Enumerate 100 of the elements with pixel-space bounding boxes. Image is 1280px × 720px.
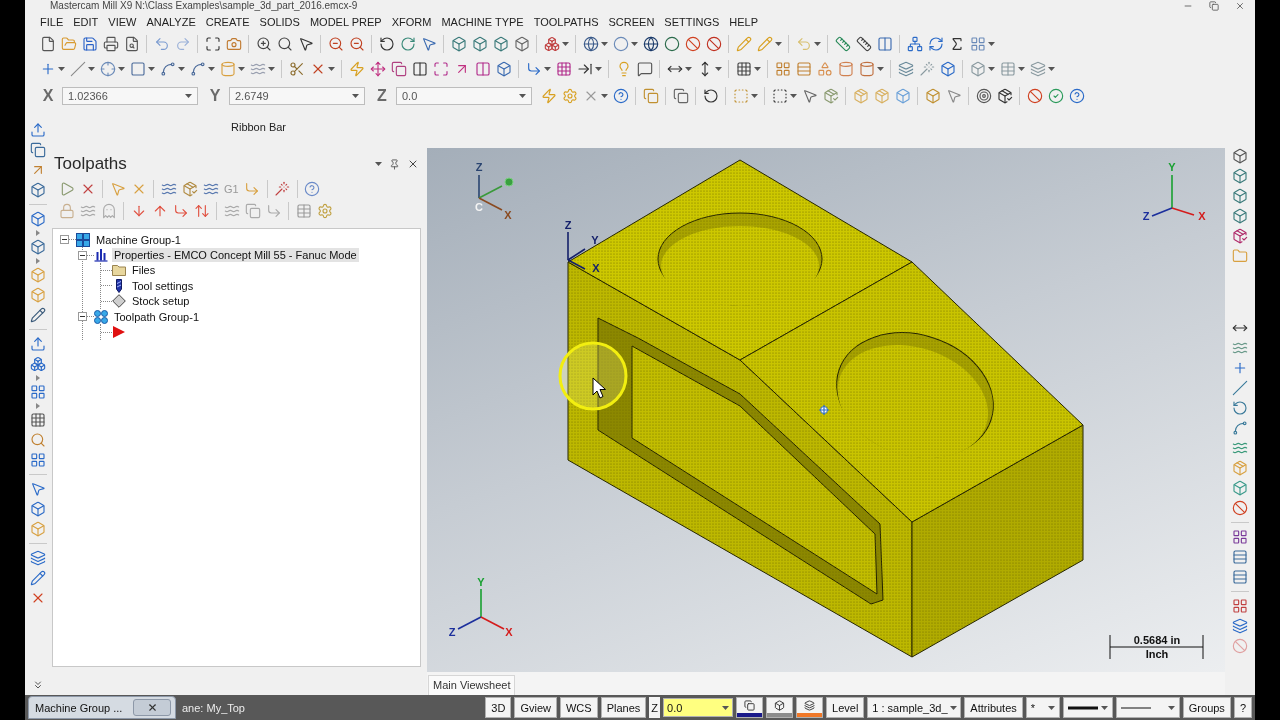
search-icon[interactable] [276, 36, 293, 52]
graphics-viewport[interactable]: Z C X Z Y X Y Z X Y Z X 0.5684 in Inch [427, 148, 1225, 672]
level-button[interactable]: Level [826, 697, 865, 718]
waves-icon[interactable] [1232, 440, 1248, 456]
package-check-icon[interactable] [822, 87, 839, 104]
dashed-square-icon[interactable] [771, 87, 788, 104]
z-depth-field[interactable]: 0.0 [663, 698, 734, 717]
caret-icon[interactable] [117, 66, 125, 71]
caret-icon[interactable] [987, 66, 995, 71]
layers-icon[interactable] [897, 60, 914, 77]
columns-icon[interactable] [411, 60, 428, 77]
caret-icon[interactable] [87, 66, 95, 71]
globe-icon[interactable] [582, 36, 599, 52]
rotate-icon[interactable] [702, 87, 719, 104]
cube-icon[interactable] [450, 36, 467, 52]
menu-item[interactable]: SETTINGS [664, 16, 720, 28]
package-check-icon[interactable] [181, 181, 198, 197]
waves-icon[interactable] [160, 181, 177, 197]
line-icon[interactable] [69, 60, 86, 77]
menu-item[interactable]: SCREEN [608, 16, 655, 28]
expand-arrow-icon[interactable] [35, 230, 40, 236]
caret-icon[interactable] [543, 66, 551, 71]
cube-icon[interactable] [471, 36, 488, 52]
help-icon[interactable] [1068, 87, 1085, 104]
cylinder-icon[interactable] [858, 60, 875, 77]
curve-icon[interactable] [159, 60, 176, 77]
menu-item[interactable]: EDIT [73, 16, 99, 28]
wand-icon[interactable] [918, 60, 935, 77]
zoom-in-icon[interactable] [255, 36, 272, 52]
zoom-out-icon[interactable] [327, 36, 344, 52]
cubes-icon[interactable] [543, 36, 560, 52]
caret-icon[interactable] [684, 66, 692, 71]
copy-icon[interactable] [390, 60, 407, 77]
caret-icon[interactable] [57, 66, 65, 71]
prohibited-icon[interactable] [705, 36, 722, 52]
status-button[interactable]: 3D [485, 697, 512, 718]
network-icon[interactable] [906, 36, 923, 52]
color-button[interactable] [766, 697, 794, 718]
move-icon[interactable] [369, 60, 386, 77]
help-button[interactable]: ? [1233, 697, 1252, 718]
cubes-icon[interactable] [29, 356, 46, 372]
pin-icon[interactable] [389, 158, 400, 170]
expand-arrow-icon[interactable] [35, 375, 40, 381]
cylinder-icon[interactable] [837, 60, 854, 77]
cube-icon[interactable] [492, 36, 509, 52]
caret-icon[interactable] [750, 93, 758, 98]
caret-icon[interactable] [207, 66, 215, 71]
up-down-arrow-icon[interactable] [193, 203, 210, 219]
circle-icon[interactable] [612, 36, 629, 52]
menu-item[interactable]: TOOLPATHS [533, 16, 599, 28]
cube-icon[interactable] [1232, 208, 1248, 224]
pencil-icon[interactable] [29, 570, 46, 586]
corner-arrow-icon[interactable] [172, 203, 189, 219]
copy-icon[interactable] [672, 87, 689, 104]
caret-icon[interactable] [774, 42, 782, 46]
line-width-dropdown[interactable] [1115, 697, 1180, 718]
save-icon[interactable] [81, 36, 98, 52]
status-button[interactable]: WCS [560, 697, 598, 718]
rows-icon[interactable] [1232, 569, 1248, 585]
minus-box-icon[interactable] [78, 312, 87, 322]
columns-icon[interactable] [474, 60, 491, 77]
menu-item[interactable]: SOLIDS [259, 16, 300, 28]
target-icon[interactable] [975, 87, 992, 104]
tree-item[interactable]: Toolpath Group-1 [112, 309, 201, 324]
coordinate-field[interactable]: 0.0 [396, 86, 532, 105]
document-search-icon[interactable] [123, 36, 140, 52]
caret-icon[interactable] [1047, 705, 1055, 710]
maximize-icon[interactable] [204, 36, 221, 52]
help-icon[interactable] [304, 181, 321, 197]
check-circle-icon[interactable] [1047, 87, 1064, 104]
cube-icon[interactable] [29, 501, 46, 517]
status-button[interactable]: Gview [514, 697, 557, 718]
caret-icon[interactable] [327, 66, 335, 71]
cube-icon[interactable] [1232, 148, 1248, 164]
menu-item[interactable]: HELP [729, 16, 759, 28]
close-button[interactable] [133, 699, 171, 716]
grid-icon[interactable] [29, 412, 46, 428]
attributes-button[interactable]: Attributes [964, 697, 1023, 718]
point-style-dropdown[interactable]: * [1025, 697, 1060, 718]
tree-item[interactable]: Properties - EMCO Concept Mill 55 - Fanuc Mode [112, 248, 359, 263]
menu-item[interactable]: MACHINE TYPE [441, 16, 524, 28]
menu-item[interactable]: MODEL PREP [309, 16, 382, 28]
zoom-out-icon[interactable] [348, 36, 365, 52]
close-icon[interactable] [1235, 1, 1245, 11]
globe-icon[interactable] [642, 36, 659, 52]
menu-item[interactable]: ANALYZE [146, 16, 196, 28]
plus-icon[interactable] [1232, 360, 1248, 376]
printer-icon[interactable] [102, 36, 119, 52]
caret-icon[interactable] [1047, 66, 1055, 71]
grid-icon[interactable] [555, 60, 572, 77]
rotate-icon[interactable] [378, 36, 395, 52]
caret-icon[interactable] [949, 705, 957, 710]
upload-icon[interactable] [29, 122, 46, 138]
caret-icon[interactable] [987, 42, 995, 46]
caret-icon[interactable] [1017, 66, 1025, 71]
caret-icon[interactable] [714, 66, 722, 71]
caret-icon[interactable] [561, 42, 569, 46]
grid-icon[interactable] [735, 60, 752, 77]
upload-icon[interactable] [29, 336, 46, 352]
tree-item[interactable]: Tool settings [130, 278, 196, 293]
